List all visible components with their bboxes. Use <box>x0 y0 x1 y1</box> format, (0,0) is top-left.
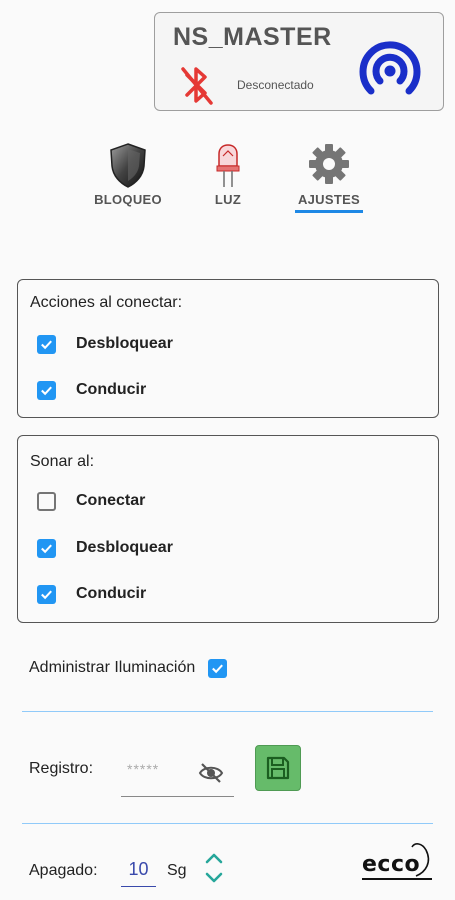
selected-tab-indicator <box>295 210 363 213</box>
manage-lighting-checkbox[interactable] <box>208 658 228 678</box>
divider <box>22 711 433 712</box>
broadcast-signal-icon[interactable] <box>355 31 425 105</box>
floppy-disk-icon <box>266 756 290 780</box>
save-button[interactable] <box>255 745 301 791</box>
shutdown-value-field[interactable]: 10 <box>121 850 156 887</box>
checkbox-conducir[interactable]: Conducir <box>37 583 146 605</box>
tab-label: LUZ <box>214 192 242 207</box>
connect-actions-panel: Acciones al conectar: Desbloquear Conduc… <box>17 279 439 418</box>
checkbox-label: Conectar <box>76 492 146 509</box>
led-bulb-icon <box>216 144 240 187</box>
shutdown-label: Apagado: <box>29 862 98 879</box>
tab-luz[interactable]: LUZ <box>185 142 271 222</box>
shield-icon <box>110 143 146 188</box>
chevron-down-icon[interactable] <box>203 870 225 886</box>
checkbox-desbloquear[interactable]: Desbloquear <box>37 537 173 559</box>
shutdown-value: 10 <box>128 859 149 879</box>
checkbox-conectar[interactable]: Conectar <box>37 490 145 512</box>
tab-label: BLOQUEO <box>94 192 162 207</box>
panel-title: Sonar al: <box>30 453 95 470</box>
manage-lighting-row[interactable]: Administrar Iluminación <box>29 657 228 679</box>
register-field <box>121 749 234 797</box>
shutdown-unit: Sg <box>167 862 187 879</box>
sound-on-panel: Sonar al: Conectar Desbloquear Conducir <box>17 435 439 623</box>
ecco-logo: ecco <box>360 838 436 884</box>
ecco-logo-text: ecco <box>362 852 421 877</box>
tab-ajustes[interactable]: AJUSTES <box>286 142 372 222</box>
register-password-input[interactable] <box>127 761 197 777</box>
manage-lighting-label: Administrar Iluminación <box>29 659 196 676</box>
register-label: Registro: <box>29 760 94 777</box>
checkbox-label: Conducir <box>76 381 147 398</box>
checkbox-checked-icon[interactable] <box>37 334 56 354</box>
gear-icon <box>309 144 349 184</box>
divider <box>22 823 433 824</box>
checkbox-desbloquear[interactable]: Desbloquear <box>37 333 173 355</box>
checkbox-label: Conducir <box>76 585 147 602</box>
device-name: NS_MASTER <box>173 23 332 51</box>
checkbox-checked-icon[interactable] <box>37 380 56 400</box>
checkbox-conducir[interactable]: Conducir <box>37 379 146 401</box>
checkbox-label: Desbloquear <box>76 539 173 556</box>
tab-label: AJUSTES <box>297 192 361 207</box>
bluetooth-disabled-icon <box>181 67 213 105</box>
chevron-up-icon[interactable] <box>203 850 225 866</box>
checkbox-label: Desbloquear <box>76 335 173 352</box>
checkbox-checked-icon[interactable] <box>37 538 56 558</box>
panel-title: Acciones al conectar: <box>30 294 183 311</box>
checkbox-unchecked-icon[interactable] <box>37 491 56 511</box>
tab-bloqueo[interactable]: BLOQUEO <box>85 142 171 222</box>
connection-status: Desconectado <box>237 78 314 92</box>
eye-off-icon[interactable] <box>198 762 224 784</box>
device-status-card: NS_MASTER Desconectado <box>154 12 444 111</box>
checkbox-checked-icon[interactable] <box>37 584 56 604</box>
